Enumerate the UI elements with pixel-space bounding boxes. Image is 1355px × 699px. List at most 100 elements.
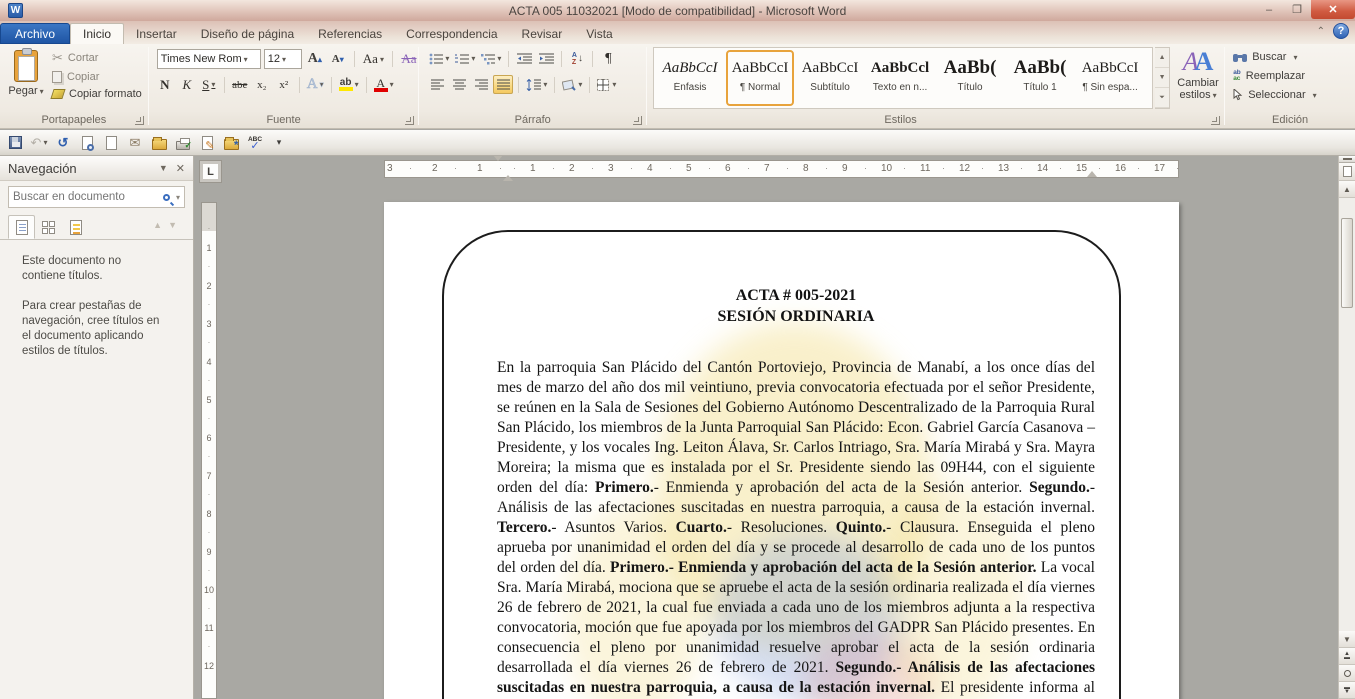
tab-selector[interactable]: L: [199, 160, 222, 183]
spellcheck-button[interactable]: ABC✓: [246, 134, 264, 152]
highlight-button[interactable]: ab: [337, 75, 361, 94]
minimize-button[interactable]: –: [1255, 0, 1283, 19]
subscript-button[interactable]: x₂: [252, 75, 272, 94]
copy-button[interactable]: Copiar: [52, 71, 142, 83]
close-button[interactable]: ✕: [1311, 0, 1355, 19]
open-button[interactable]: [150, 134, 168, 152]
search-options-icon[interactable]: ▾: [176, 193, 180, 202]
special-folder-button[interactable]: *: [222, 134, 240, 152]
ruler-toggle-button[interactable]: [1339, 163, 1355, 181]
paragraph-dialog-launcher[interactable]: [633, 116, 642, 125]
underline-button[interactable]: S: [199, 75, 219, 94]
tab-vista[interactable]: Vista: [574, 23, 624, 44]
borders-button[interactable]: [595, 75, 618, 94]
replace-button[interactable]: abac Reemplazar: [1233, 70, 1317, 82]
scrollbar-thumb[interactable]: [1341, 218, 1353, 308]
show-marks-button[interactable]: ¶: [598, 49, 618, 68]
cut-button[interactable]: ✂ Cortar: [52, 50, 142, 66]
change-styles-button[interactable]: AA Cambiar estilos: [1175, 47, 1221, 115]
change-case-button[interactable]: Aa: [361, 50, 386, 69]
justify-button[interactable]: [493, 75, 513, 94]
maximize-button[interactable]: ❐: [1283, 0, 1311, 19]
tab-insertar[interactable]: Insertar: [124, 23, 189, 44]
vertical-scrollbar[interactable]: ▲ ▼ ▲▬ ▬▼: [1338, 156, 1355, 699]
tab-diseno[interactable]: Diseño de página: [189, 23, 306, 44]
paste-button[interactable]: Pegar: [6, 48, 46, 114]
tab-archivo[interactable]: Archivo: [0, 23, 70, 44]
align-center-button[interactable]: [449, 75, 469, 94]
style-item--normal[interactable]: AaBbCcI¶ Normal: [726, 50, 794, 106]
style-item-t-tulo[interactable]: AaBb(Título: [936, 50, 1004, 106]
search-input[interactable]: [13, 191, 163, 203]
help-icon[interactable]: ?: [1333, 23, 1349, 39]
previous-page-button[interactable]: ▲▬: [1339, 648, 1355, 665]
clear-formatting-button[interactable]: Aa: [399, 50, 419, 69]
nav-tab-headings[interactable]: [8, 215, 35, 239]
styles-scroll-up[interactable]: ▲: [1155, 48, 1169, 68]
edit-table-button[interactable]: ✎: [198, 134, 216, 152]
align-right-button[interactable]: [471, 75, 491, 94]
navigation-close-icon[interactable]: ✕: [176, 162, 185, 175]
clipboard-dialog-launcher[interactable]: [135, 116, 144, 125]
multilevel-list-button[interactable]: [479, 49, 503, 68]
nav-tab-results[interactable]: [62, 215, 89, 239]
format-painter-button[interactable]: Copiar formato: [52, 88, 142, 100]
styles-scroll-down[interactable]: ▼: [1155, 68, 1169, 88]
numbering-button[interactable]: [453, 49, 477, 68]
decrease-indent-button[interactable]: [514, 49, 534, 68]
minimize-ribbon-icon[interactable]: ⌃: [1317, 26, 1325, 37]
navigation-options-icon[interactable]: ▼: [159, 163, 168, 173]
style-item--nfasis[interactable]: AaBbCcIÉnfasis: [656, 50, 724, 106]
increase-indent-button[interactable]: [536, 49, 556, 68]
vertical-ruler[interactable]: 1·2·3·4·5·6·7·8·9·10·11·12·: [201, 202, 217, 699]
styles-dialog-launcher[interactable]: [1211, 116, 1220, 125]
find-button[interactable]: Buscar: [1233, 51, 1317, 63]
font-dialog-launcher[interactable]: [405, 116, 414, 125]
font-color-button[interactable]: A: [372, 75, 396, 94]
save-button[interactable]: [6, 134, 24, 152]
document-paragraph[interactable]: En la parroquia San Plácido del Cantón P…: [497, 358, 1095, 699]
tab-correspondencia[interactable]: Correspondencia: [394, 23, 509, 44]
sort-button[interactable]: AZ ↓: [567, 49, 587, 68]
search-icon[interactable]: [163, 194, 170, 201]
print-preview-button[interactable]: [78, 134, 96, 152]
bullets-button[interactable]: [427, 49, 451, 68]
style-item-texto-en-n-[interactable]: AaBbCclTexto en n...: [866, 50, 934, 106]
quick-print-button[interactable]: ✓: [174, 134, 192, 152]
toolbar-options-button[interactable]: ▾: [270, 134, 288, 152]
browse-object-button[interactable]: [1339, 665, 1355, 682]
italic-button[interactable]: K: [177, 75, 197, 94]
document-page[interactable]: ACTA # 005-2021 SESIÓN ORDINARIA En la p…: [384, 202, 1179, 699]
search-box[interactable]: ▾: [8, 186, 185, 208]
split-handle[interactable]: [1339, 156, 1355, 163]
scroll-up-button[interactable]: ▲: [1339, 181, 1355, 198]
strikethrough-button[interactable]: abe: [230, 75, 250, 94]
tab-inicio[interactable]: Inicio: [70, 23, 124, 44]
styles-more-button[interactable]: ⏷: [1155, 88, 1169, 108]
tab-referencias[interactable]: Referencias: [306, 23, 394, 44]
select-button[interactable]: Seleccionar: [1233, 89, 1317, 101]
tab-revisar[interactable]: Revisar: [510, 23, 575, 44]
shrink-font-button[interactable]: A▾: [328, 50, 348, 69]
redo-button[interactable]: ↺: [54, 134, 72, 152]
send-mail-button[interactable]: ✉: [126, 134, 144, 152]
grow-font-button[interactable]: A▴: [305, 50, 325, 69]
shading-button[interactable]: [560, 75, 584, 94]
new-document-button[interactable]: [102, 134, 120, 152]
align-left-button[interactable]: [427, 75, 447, 94]
style-item-subt-tulo[interactable]: AaBbCcISubtítulo: [796, 50, 864, 106]
nav-tab-pages[interactable]: [35, 215, 62, 239]
bold-button[interactable]: N: [155, 75, 175, 94]
font-name-combo[interactable]: Times New Rom: [157, 49, 261, 69]
next-page-button[interactable]: ▬▼: [1339, 682, 1355, 699]
superscript-button[interactable]: x²: [274, 75, 294, 94]
text-effects-button[interactable]: A: [305, 75, 326, 94]
right-indent-marker[interactable]: [1087, 171, 1097, 177]
horizontal-ruler[interactable]: 3·2·1··1·2·3·4·5·6·7·8·9·10·11·12·13·14·…: [384, 160, 1179, 178]
style-item-t-tulo-1[interactable]: AaBb(Título 1: [1006, 50, 1074, 106]
undo-button[interactable]: ↶: [30, 134, 48, 152]
nav-prev-next-icons[interactable]: ▲▼: [153, 220, 183, 230]
line-spacing-button[interactable]: [524, 75, 549, 94]
font-size-combo[interactable]: 12: [264, 49, 302, 69]
scroll-down-button[interactable]: ▼: [1339, 631, 1355, 648]
